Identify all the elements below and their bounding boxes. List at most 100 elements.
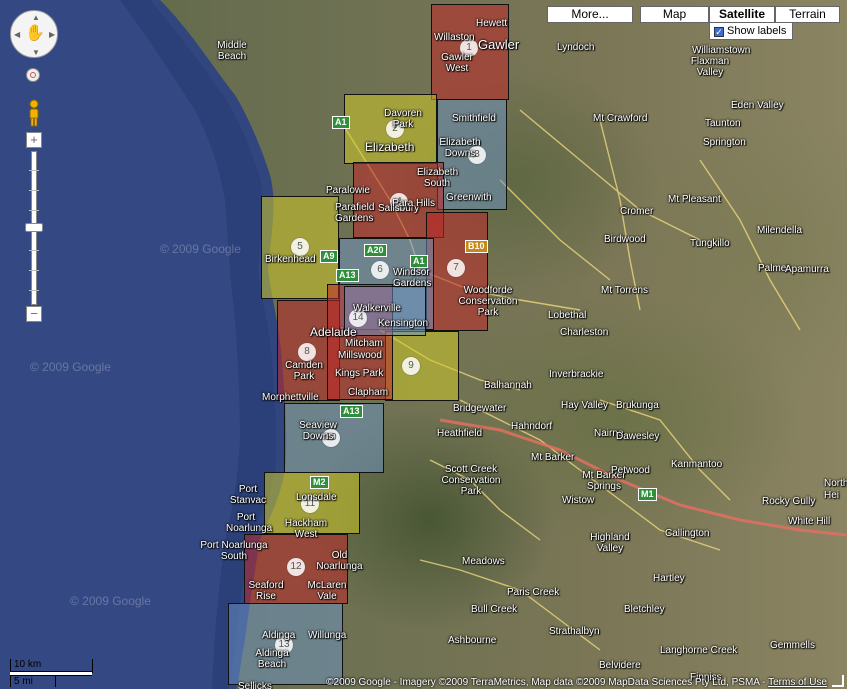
show-labels-checkbox[interactable]: ✓ Show labels (709, 22, 793, 40)
place-label: Mt Crawford (593, 113, 648, 124)
place-label: Willaston (434, 32, 475, 43)
center-icon[interactable] (26, 68, 40, 82)
place-label: Gawler West (441, 52, 473, 74)
place-label: Kensington (378, 318, 429, 329)
place-label: Hay Valley (561, 400, 609, 411)
place-label: Belvidere (599, 660, 641, 671)
place-label: McLaren Vale (307, 580, 347, 602)
region-marker[interactable]: 12 (287, 558, 305, 576)
place-label: Strathalbyn (549, 626, 600, 637)
region-9[interactable] (385, 331, 459, 401)
place-label: Hewett (476, 18, 508, 29)
zoom-slider-thumb[interactable] (25, 223, 43, 232)
place-label: Clapham (348, 387, 389, 398)
place-label: Scott Creek Conservation Park (441, 464, 501, 497)
pan-down-icon[interactable]: ▼ (32, 48, 40, 57)
terrain-button[interactable]: Terrain (775, 6, 840, 23)
zoom-in-button[interactable]: + (26, 132, 42, 148)
place-label: Kings Park (335, 368, 384, 379)
place-label: Heathfield (437, 428, 483, 439)
place-label: Mitcham (345, 338, 383, 349)
place-label: Meadows (462, 556, 505, 567)
place-label: Camden Park (285, 360, 323, 382)
place-label: Apamurra (785, 264, 829, 275)
region-marker[interactable]: 9 (402, 357, 420, 375)
place-label: Adelaide (310, 325, 357, 339)
place-label: Wistow (562, 495, 595, 506)
route-shield: B10 (465, 240, 488, 253)
place-label: Mt Barker (531, 452, 575, 463)
place-label: North (824, 478, 847, 489)
place-label: Elizabeth Downs (439, 137, 481, 159)
satellite-map[interactable]: © 2009 Google © 2009 Google © 2009 Googl… (0, 0, 847, 689)
place-label: Cromer (620, 206, 654, 217)
place-label: Lonsdale (296, 492, 337, 503)
route-shield: M1 (638, 488, 657, 501)
place-label: Hartley (653, 573, 685, 584)
pegman-icon[interactable] (26, 99, 42, 127)
place-label: Aldinga (262, 630, 296, 641)
place-label: Paris Creek (507, 587, 560, 598)
place-label: Charleston (560, 327, 609, 338)
place-label: Birdwood (604, 234, 646, 245)
place-label: Inverbrackie (549, 369, 604, 380)
satellite-button[interactable]: Satellite (709, 6, 775, 23)
place-label: Eden Valley (731, 100, 784, 111)
terms-of-use-link[interactable]: Terms of Use (768, 677, 827, 688)
place-label: Gemmells (770, 640, 816, 651)
map-button[interactable]: Map (640, 6, 709, 23)
place-label: Langhorne Creek (660, 645, 738, 656)
route-shield: A13 (336, 269, 359, 282)
more-button[interactable]: More... (547, 6, 633, 23)
place-label: Mt Torrens (601, 285, 649, 296)
place-label: Elizabeth (365, 140, 415, 154)
region-marker[interactable]: 8 (298, 343, 316, 361)
place-label: Springton (703, 137, 746, 148)
place-label: Willunga (308, 630, 347, 641)
place-label: Hei (824, 490, 840, 501)
resize-corner-icon[interactable] (832, 675, 844, 687)
scale-bar: 10 km 5 mi (8, 659, 93, 687)
place-label: Smithfield (452, 113, 496, 124)
pan-right-icon[interactable]: ▶ (49, 30, 55, 39)
place-label: White Hill (788, 516, 831, 527)
place-label: Lobethal (548, 310, 587, 321)
place-label: Gawler (478, 37, 520, 52)
place-label: Brukunga (616, 400, 659, 411)
place-label: Davoren Park (384, 108, 422, 130)
place-label: Morphettville (262, 392, 319, 403)
place-label: Ashbourne (448, 635, 497, 646)
place-label: Hackham West (284, 518, 328, 540)
watermark: © 2009 Google (70, 594, 151, 608)
pan-control[interactable]: ▲ ▼ ◀ ▶ ✋ (10, 10, 58, 58)
place-label: Seaford Rise (248, 580, 284, 602)
place-label: Woodforde Conservation Park (458, 285, 518, 318)
place-label: Para Hills (392, 198, 435, 209)
place-label: Greenwith (446, 192, 492, 203)
place-label: Lyndoch (557, 42, 595, 53)
place-label: Middle Beach (217, 40, 247, 62)
place-label: Aldinga Beach (255, 648, 289, 670)
zoom-tick (29, 210, 39, 211)
region-marker[interactable]: 6 (371, 261, 389, 279)
place-label: Bridgewater (453, 403, 507, 414)
place-label: Taunton (705, 118, 741, 129)
scale-metric: 10 km (14, 659, 42, 670)
place-label: Paralowie (326, 185, 370, 196)
place-label: Bletchley (624, 604, 665, 615)
hand-icon: ✋ (25, 25, 45, 42)
zoom-tick (29, 270, 39, 271)
region-marker[interactable]: 7 (447, 259, 465, 277)
place-label: Milendella (757, 225, 803, 236)
pan-left-icon[interactable]: ◀ (14, 30, 20, 39)
zoom-tick (29, 170, 39, 171)
zoom-out-button[interactable]: − (26, 306, 42, 322)
place-label: Birkenhead (265, 254, 316, 265)
place-label: Bull Creek (471, 604, 518, 615)
pan-up-icon[interactable]: ▲ (32, 13, 40, 22)
watermark: © 2009 Google (160, 242, 241, 256)
scale-imperial: 5 mi (14, 676, 33, 687)
checkbox-checked-icon[interactable]: ✓ (714, 27, 724, 37)
place-label: Hahndorf (511, 421, 553, 432)
place-label: Highland Valley (590, 532, 630, 554)
